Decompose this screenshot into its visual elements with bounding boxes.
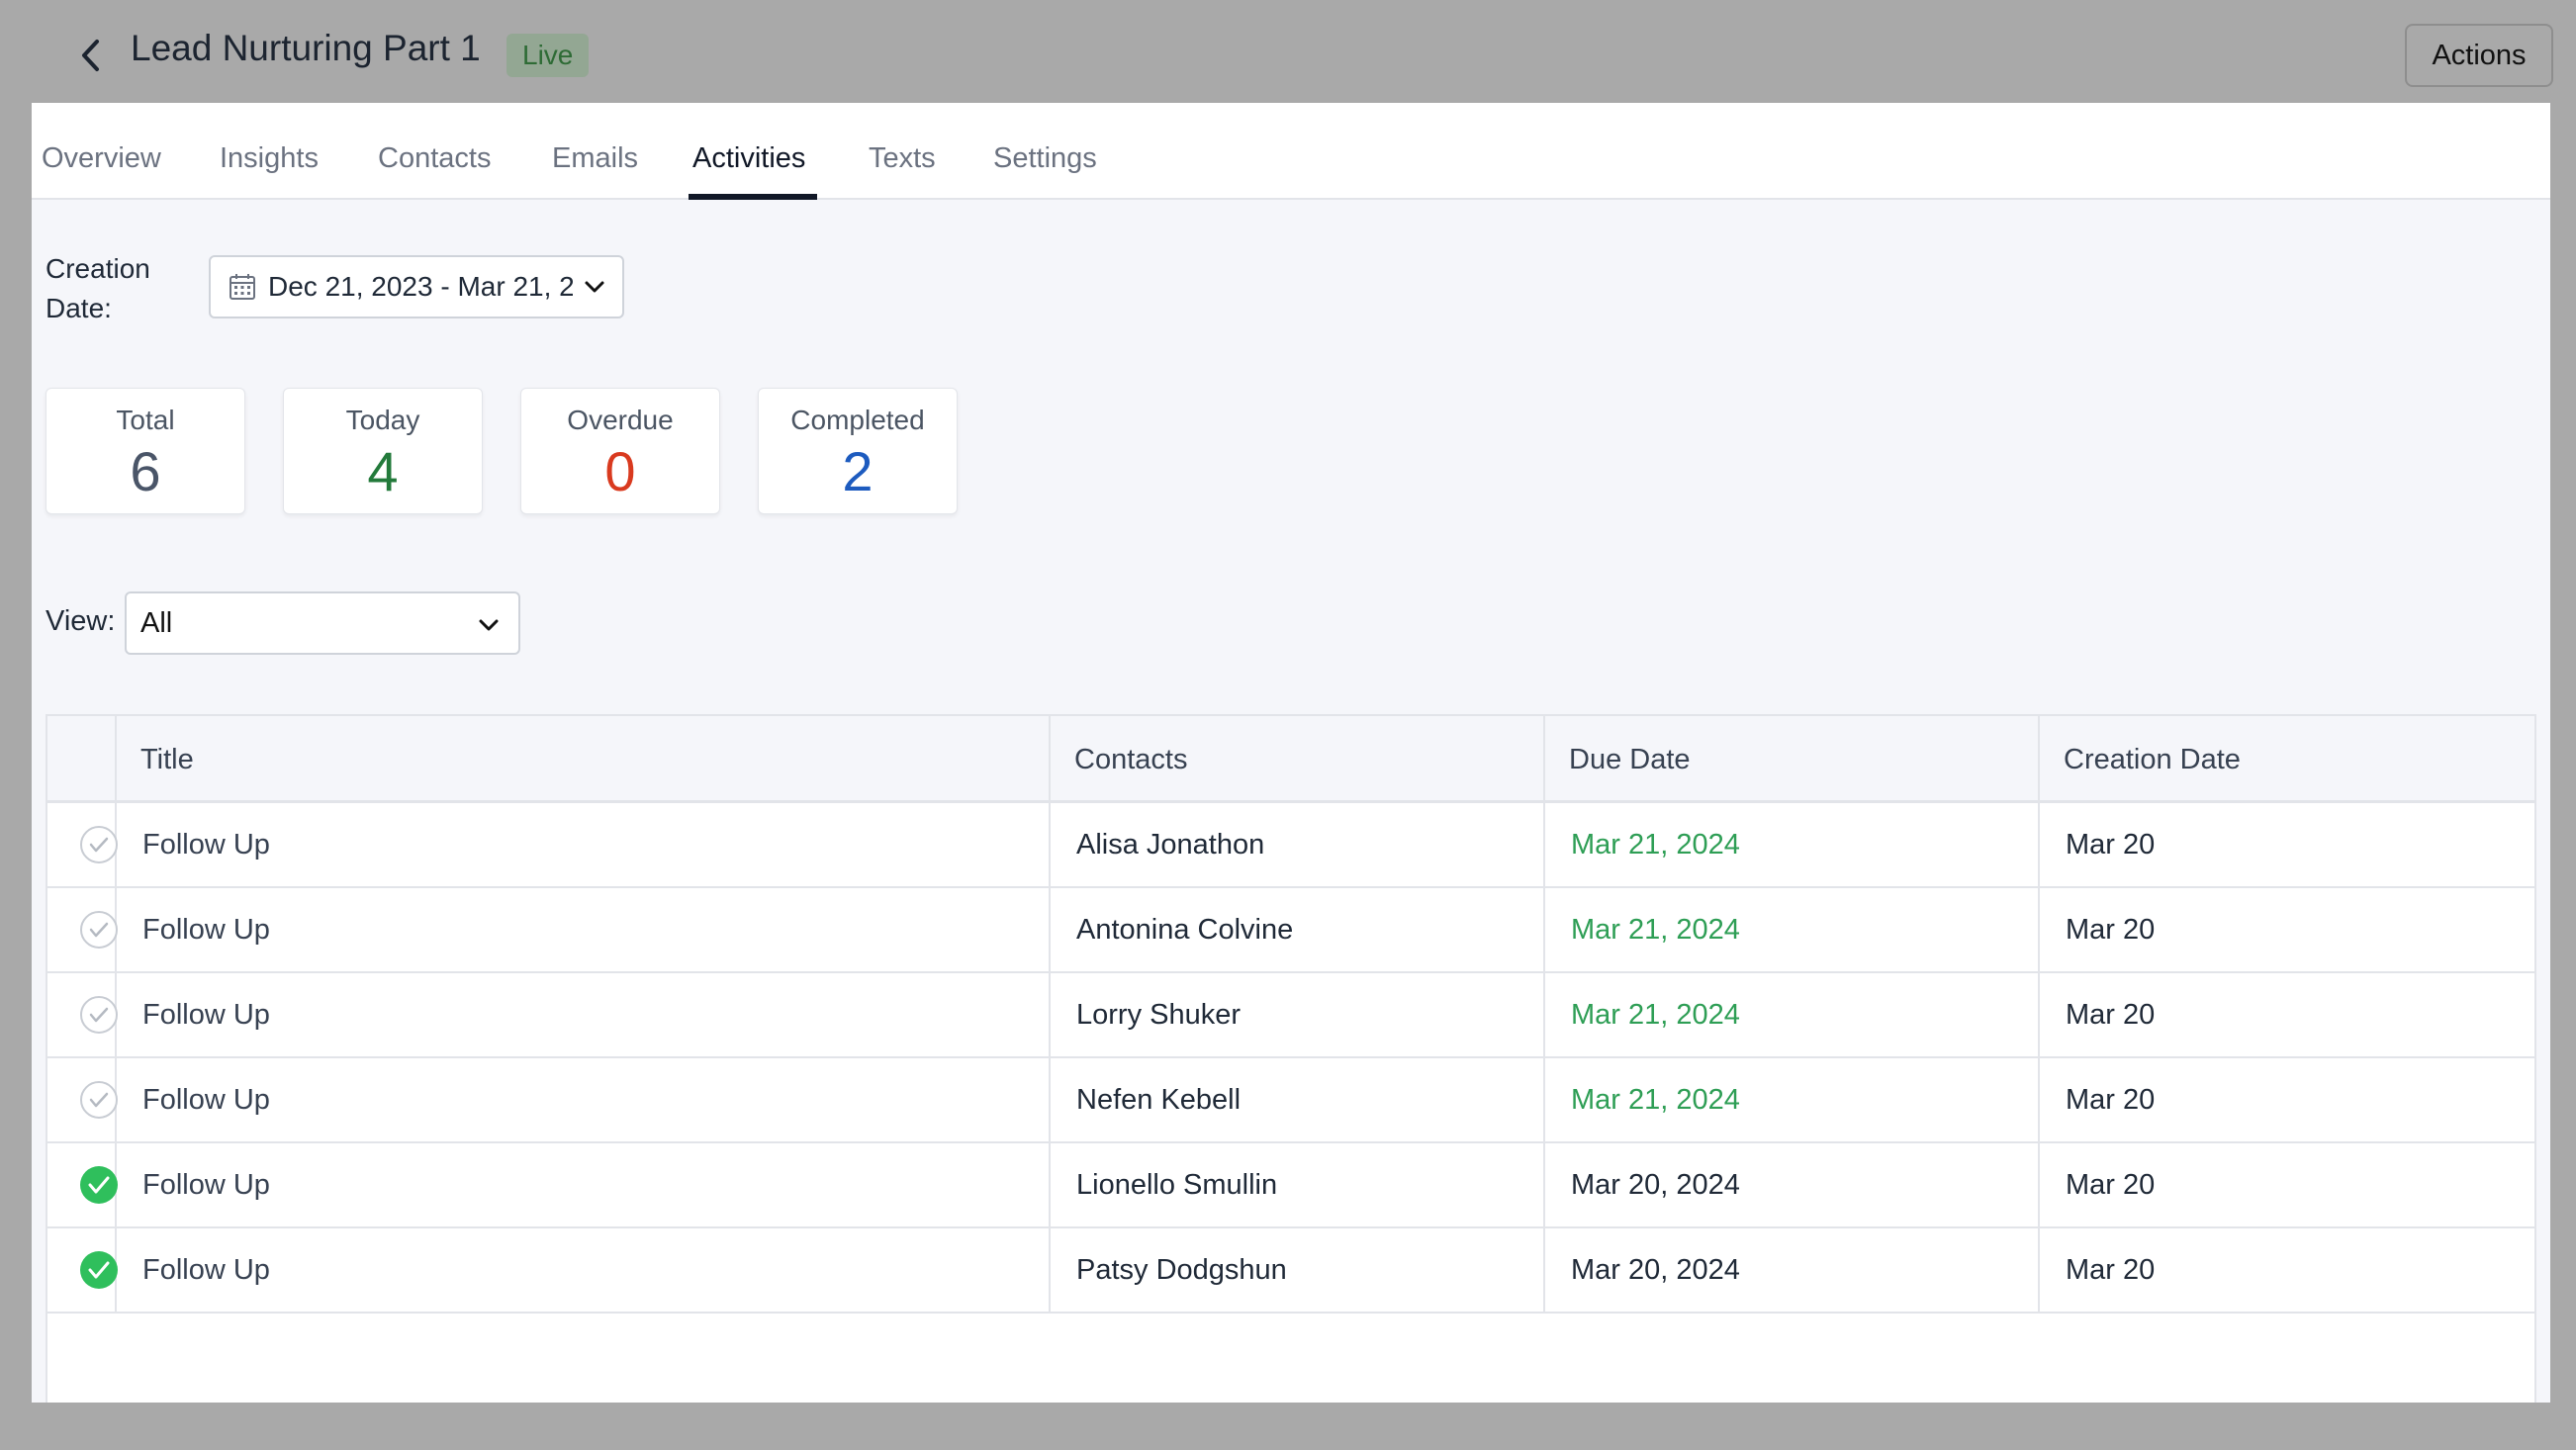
stat-card-total: Total 6 xyxy=(46,388,245,514)
stat-card-completed: Completed 2 xyxy=(758,388,958,514)
date-range-value: Dec 21, 2023 - Mar 21, 2024 xyxy=(268,271,573,302)
status-badge: Live xyxy=(506,34,590,77)
row-due-date: Mar 20, 2024 xyxy=(1545,1228,2040,1312)
view-select-value: All xyxy=(140,607,173,639)
table-row[interactable]: Follow Up Lorry Shuker Mar 21, 2024 Mar 20 xyxy=(47,973,2534,1058)
check-circle-outline-icon[interactable] xyxy=(79,995,119,1035)
row-due-date: Mar 21, 2024 xyxy=(1545,973,2040,1056)
row-creation-date: Mar 20 xyxy=(2066,1254,2156,1286)
check-cell xyxy=(47,1058,119,1141)
column-header-title[interactable]: Title xyxy=(117,716,1051,803)
date-range-picker[interactable]: Dec 21, 2023 - Mar 21, 2024 xyxy=(209,255,624,318)
check-cell xyxy=(47,803,119,886)
actions-button[interactable]: Actions xyxy=(2405,24,2553,87)
view-label: View: xyxy=(46,605,116,637)
tab-contacts[interactable]: Contacts xyxy=(378,142,491,175)
row-creation-date: Mar 20 xyxy=(2066,999,2156,1031)
chevron-left-icon xyxy=(82,40,99,71)
row-contact[interactable]: Nefen Kebell xyxy=(1051,1058,1545,1141)
stat-value: 2 xyxy=(842,440,874,502)
row-creation-date: Mar 20 xyxy=(2066,914,2156,946)
row-title[interactable]: Follow Up xyxy=(117,888,1051,971)
activities-table: Title Contacts Due Date Creation Date Fo… xyxy=(46,714,2536,1403)
tab-overview[interactable]: Overview xyxy=(42,142,161,175)
row-contact[interactable]: Lorry Shuker xyxy=(1051,973,1545,1056)
stat-label: Overdue xyxy=(567,405,674,435)
stat-label: Completed xyxy=(790,405,925,435)
main-panel: Overview Insights Contacts Emails Activi… xyxy=(32,103,2550,1403)
column-header-contacts[interactable]: Contacts xyxy=(1051,716,1545,803)
column-header-check xyxy=(47,716,117,803)
table-header: Title Contacts Due Date Creation Date xyxy=(47,716,2534,803)
chevron-down-icon xyxy=(585,281,604,293)
page-title: Lead Nurturing Part 1 xyxy=(131,28,481,68)
stat-label: Today xyxy=(345,405,420,435)
stat-value: 6 xyxy=(130,440,161,502)
tab-settings[interactable]: Settings xyxy=(993,142,1097,175)
check-circle-filled-icon[interactable] xyxy=(79,1250,119,1290)
table-row[interactable]: Follow Up Patsy Dodgshun Mar 20, 2024 Mar 2… xyxy=(47,1228,2534,1314)
column-header-due-date[interactable]: Due Date xyxy=(1545,716,2040,803)
row-creation-date: Mar 20 xyxy=(2066,829,2156,861)
table-row[interactable]: Follow Up Alisa Jonathon Mar 21, 2024 Mar 2… xyxy=(47,803,2534,888)
check-cell xyxy=(47,973,119,1056)
view-select[interactable]: All xyxy=(125,591,520,655)
stat-card-today: Today 4 xyxy=(283,388,483,514)
row-due-date: Mar 21, 2024 xyxy=(1545,1058,2040,1141)
table-row[interactable]: Follow Up Nefen Kebell Mar 21, 2024 Mar 20 xyxy=(47,1058,2534,1143)
back-button[interactable] xyxy=(71,32,111,79)
check-circle-filled-icon[interactable] xyxy=(79,1165,119,1205)
row-title[interactable]: Follow Up xyxy=(117,1228,1051,1312)
tab-insights[interactable]: Insights xyxy=(220,142,319,175)
chevron-down-icon xyxy=(479,619,499,631)
row-contact[interactable]: Patsy Dodgshun xyxy=(1051,1228,1545,1312)
row-title[interactable]: Follow Up xyxy=(117,803,1051,886)
row-creation-date: Mar 20 xyxy=(2066,1169,2156,1201)
row-due-date: Mar 21, 2024 xyxy=(1545,888,2040,971)
tab-activities[interactable]: Activities xyxy=(692,142,805,175)
row-contact[interactable]: Lionello Smullin xyxy=(1051,1143,1545,1226)
page-header: Lead Nurturing Part 1 Live Actions xyxy=(0,0,2576,103)
stat-card-overdue: Overdue 0 xyxy=(520,388,720,514)
row-contact[interactable]: Antonina Colvine xyxy=(1051,888,1545,971)
check-cell xyxy=(47,1143,119,1226)
row-title[interactable]: Follow Up xyxy=(117,973,1051,1056)
check-circle-outline-icon[interactable] xyxy=(79,910,119,950)
stat-label: Total xyxy=(116,405,175,435)
active-tab-indicator xyxy=(689,194,817,200)
check-circle-outline-icon[interactable] xyxy=(79,1080,119,1120)
stat-value: 0 xyxy=(604,440,636,502)
row-contact[interactable]: Alisa Jonathon xyxy=(1051,803,1545,886)
tab-texts[interactable]: Texts xyxy=(869,142,936,175)
stat-value: 4 xyxy=(367,440,399,502)
tab-bar: Overview Insights Contacts Emails Activi… xyxy=(32,103,2550,200)
creation-date-label: Creation Date: xyxy=(46,253,150,323)
row-title[interactable]: Follow Up xyxy=(117,1143,1051,1226)
calendar-icon xyxy=(230,274,255,300)
row-title[interactable]: Follow Up xyxy=(117,1058,1051,1141)
row-due-date: Mar 20, 2024 xyxy=(1545,1143,2040,1226)
tab-emails[interactable]: Emails xyxy=(552,142,638,175)
row-due-date: Mar 21, 2024 xyxy=(1545,803,2040,886)
check-circle-outline-icon[interactable] xyxy=(79,825,119,864)
table-row[interactable]: Follow Up Lionello Smullin Mar 20, 2024 Mar… xyxy=(47,1143,2534,1228)
column-header-creation-date[interactable]: Creation Date xyxy=(2040,716,2536,803)
row-creation-date: Mar 20 xyxy=(2066,1084,2156,1116)
check-cell xyxy=(47,1228,119,1312)
check-cell xyxy=(47,888,119,971)
table-row[interactable]: Follow Up Antonina Colvine Mar 21, 2024 Mar… xyxy=(47,888,2534,973)
